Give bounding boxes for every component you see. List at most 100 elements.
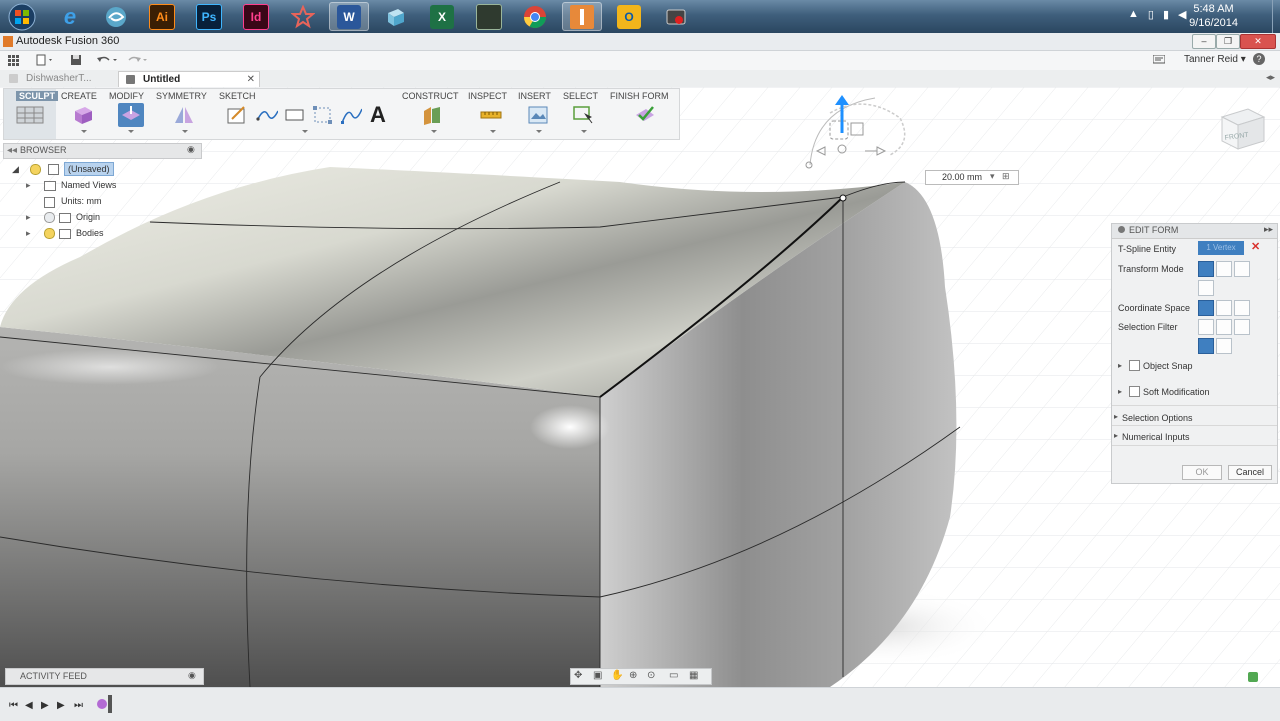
tab-untitled[interactable]: Untitled ✕ bbox=[118, 71, 260, 87]
play-icon[interactable]: ▶ bbox=[41, 700, 49, 711]
go-to-end-icon[interactable]: ⏭ bbox=[74, 700, 83, 711]
clear-selection-icon[interactable]: ✕ bbox=[1251, 240, 1260, 253]
expand-object-snap-icon[interactable]: ▸ bbox=[1118, 361, 1122, 370]
go-to-start-icon[interactable]: ⏮ bbox=[9, 700, 18, 711]
collapsed-triangle-icon[interactable]: ▸ bbox=[26, 210, 31, 224]
local-space-icon[interactable] bbox=[1234, 300, 1250, 316]
edge-filter-icon[interactable] bbox=[1216, 319, 1232, 335]
vertex-filter-icon[interactable] bbox=[1198, 319, 1214, 335]
panel-options-icon[interactable]: ◉ bbox=[187, 144, 195, 155]
activity-feed-panel[interactable]: ACTIVITY FEED ◉ bbox=[5, 668, 204, 685]
app-cube-icon[interactable] bbox=[376, 2, 416, 31]
symmetry-menu[interactable]: SYMMETRY bbox=[155, 89, 211, 139]
job-status-icon[interactable] bbox=[1153, 55, 1165, 65]
view-space-icon[interactable] bbox=[1216, 300, 1232, 316]
expand-numerical-inputs-icon[interactable]: ▸ bbox=[1114, 431, 1118, 440]
expanded-triangle-icon[interactable]: ◢ bbox=[12, 162, 19, 176]
minimize-button[interactable]: – bbox=[1192, 34, 1216, 49]
indesign-icon[interactable]: Id bbox=[236, 2, 276, 31]
data-panel-grid-icon[interactable] bbox=[8, 55, 19, 66]
tray-expand-icon[interactable]: ▲ bbox=[1128, 8, 1139, 24]
file-menu-icon[interactable] bbox=[36, 54, 54, 66]
show-desktop-button[interactable] bbox=[1272, 0, 1280, 33]
zoom-window-icon[interactable]: ⊙ bbox=[647, 670, 655, 681]
object-snap-checkbox[interactable] bbox=[1129, 360, 1140, 371]
word-icon[interactable]: W bbox=[329, 2, 369, 31]
modify-menu[interactable]: MODIFY bbox=[109, 89, 154, 139]
pin-icon[interactable]: ⊞ bbox=[1002, 171, 1010, 182]
tab-overflow-icon[interactable]: ◂▸ bbox=[1266, 72, 1275, 83]
illustrator-icon[interactable]: Ai bbox=[142, 2, 182, 31]
distance-input[interactable]: 20.00 mm ▾ ⊞ bbox=[925, 170, 1019, 185]
user-account-menu[interactable]: Tanner Reid ▾ bbox=[1184, 54, 1246, 65]
fusion360-icon[interactable] bbox=[562, 2, 602, 31]
select-menu[interactable]: SELECT bbox=[562, 89, 602, 139]
display-settings-icon[interactable]: ▭ bbox=[669, 670, 678, 681]
undo-icon[interactable] bbox=[96, 54, 120, 66]
sync-status-icon[interactable] bbox=[1248, 672, 1258, 682]
multi-transform-icon[interactable] bbox=[1198, 261, 1214, 277]
system-clock[interactable]: 5:48 AM 9/16/2014 bbox=[1189, 2, 1238, 30]
battery-icon[interactable]: ▯ bbox=[1148, 8, 1154, 24]
view-cube[interactable]: FRONT bbox=[1218, 103, 1268, 151]
pan-hand-icon[interactable]: ✋ bbox=[611, 670, 623, 681]
photoshop-icon[interactable]: Ps bbox=[189, 2, 229, 31]
selection-options-section[interactable]: Selection Options bbox=[1122, 413, 1193, 423]
soft-modification-checkbox[interactable] bbox=[1129, 386, 1140, 397]
panel-options-icon[interactable]: ◉ bbox=[188, 670, 196, 681]
rotate-icon[interactable] bbox=[1234, 261, 1250, 277]
help-icon[interactable]: ? bbox=[1253, 53, 1265, 65]
dialog-header[interactable]: EDIT FORM ▸▸ bbox=[1112, 224, 1277, 239]
app-screencast-icon[interactable] bbox=[656, 2, 696, 31]
app-swirl-icon[interactable] bbox=[96, 2, 136, 31]
redo-icon[interactable] bbox=[126, 54, 150, 66]
step-forward-icon[interactable]: ▶ bbox=[57, 700, 65, 711]
move-manipulator[interactable] bbox=[805, 93, 915, 173]
cancel-button[interactable]: Cancel bbox=[1228, 465, 1272, 480]
all-filter-icon[interactable] bbox=[1198, 338, 1214, 354]
orbit-icon[interactable]: ✥ bbox=[574, 670, 582, 681]
tab-dishwasher[interactable]: DishwasherT... bbox=[2, 71, 136, 86]
inspect-menu[interactable]: INSPECT bbox=[466, 89, 514, 139]
tree-node-named-views[interactable]: ▸ Named Views bbox=[26, 178, 176, 192]
expand-soft-mod-icon[interactable]: ▸ bbox=[1118, 387, 1122, 396]
restore-button[interactable]: ❐ bbox=[1216, 34, 1240, 49]
create-menu[interactable]: CREATE bbox=[60, 89, 108, 139]
chrome-icon[interactable] bbox=[515, 2, 555, 31]
tree-node-origin[interactable]: ▸ Origin bbox=[26, 210, 176, 224]
grid-settings-icon[interactable]: ▦ bbox=[689, 670, 698, 681]
form-feature-icon[interactable] bbox=[97, 699, 107, 709]
scale-icon[interactable] bbox=[1198, 280, 1214, 296]
step-back-icon[interactable]: ◀ bbox=[25, 700, 33, 711]
volume-icon[interactable]: ◀ bbox=[1178, 8, 1186, 24]
zoom-icon[interactable]: ⊕ bbox=[629, 670, 637, 681]
world-space-icon[interactable] bbox=[1198, 300, 1214, 316]
collapse-panel-icon[interactable]: ◂◂ bbox=[7, 145, 17, 156]
ok-button[interactable]: OK bbox=[1182, 465, 1222, 480]
app-dark-icon[interactable] bbox=[469, 2, 509, 31]
close-button[interactable]: ✕ bbox=[1240, 34, 1276, 49]
numerical-inputs-section[interactable]: Numerical Inputs bbox=[1122, 432, 1190, 442]
tree-node-root[interactable]: ◢ (Unsaved) bbox=[12, 162, 162, 176]
outlook-icon[interactable]: O bbox=[609, 2, 649, 31]
network-icon[interactable]: ▮ bbox=[1163, 8, 1169, 24]
app-star-icon[interactable] bbox=[283, 2, 323, 31]
expand-selection-options-icon[interactable]: ▸ bbox=[1114, 412, 1118, 421]
save-icon[interactable] bbox=[70, 54, 82, 66]
lightbulb-off-icon[interactable] bbox=[44, 212, 55, 223]
excel-icon[interactable]: X bbox=[422, 2, 462, 31]
windows-start-icon[interactable] bbox=[2, 2, 42, 31]
face-filter-icon[interactable] bbox=[1234, 319, 1250, 335]
internet-explorer-icon[interactable]: e bbox=[50, 2, 90, 31]
look-at-icon[interactable]: ▣ bbox=[593, 670, 602, 681]
insert-menu[interactable]: INSERT bbox=[517, 89, 559, 139]
collapsed-triangle-icon[interactable]: ▸ bbox=[26, 226, 31, 240]
construct-menu[interactable]: CONSTRUCT bbox=[400, 89, 460, 139]
expand-dialog-icon[interactable]: ▸▸ bbox=[1264, 224, 1273, 235]
close-tab-icon[interactable]: ✕ bbox=[247, 72, 255, 87]
chevron-down-icon[interactable]: ▾ bbox=[990, 171, 995, 182]
translate-icon[interactable] bbox=[1216, 261, 1232, 277]
tree-node-units[interactable]: Units: mm bbox=[26, 194, 176, 208]
tree-node-bodies[interactable]: ▸ Bodies bbox=[26, 226, 176, 240]
tspline-entity-selection[interactable]: 1 Vertex bbox=[1198, 241, 1244, 255]
